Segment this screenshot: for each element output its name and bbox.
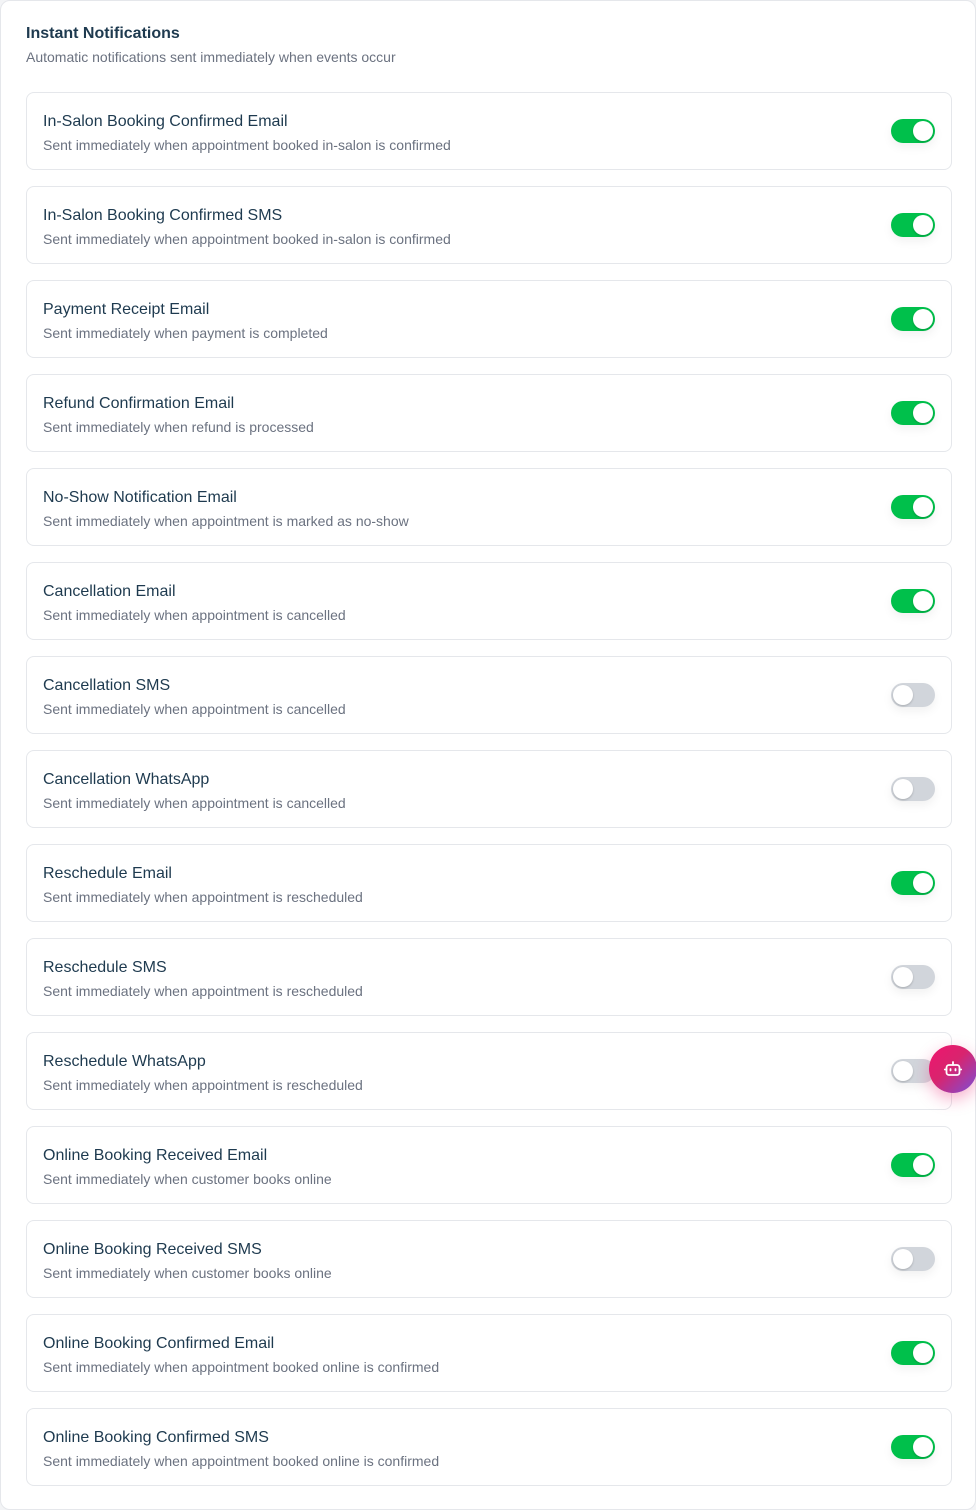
- notification-toggle[interactable]: [891, 307, 935, 331]
- notification-text: Cancellation SMS Sent immediately when ap…: [43, 675, 346, 719]
- notification-description: Sent immediately when refund is processe…: [43, 419, 314, 435]
- notification-text: Refund Confirmation Email Sent immediatel…: [43, 393, 314, 437]
- notification-description: Sent immediately when customer books onl…: [43, 1265, 332, 1281]
- section-title: Instant Notifications: [26, 25, 180, 42]
- notification-description: Sent immediately when appointment booked…: [43, 1453, 440, 1469]
- notification-text: No-Show Notification Email Sent immediate…: [43, 487, 409, 531]
- notification-description: Sent immediately when appointment is can…: [43, 795, 346, 811]
- notification-title: Refund Confirmation Email: [43, 395, 235, 412]
- toggle-knob: [913, 403, 933, 423]
- notification-toggle[interactable]: [891, 1435, 935, 1459]
- notification-toggle[interactable]: [891, 1153, 935, 1177]
- notification-description: Sent immediately when appointment is res…: [43, 983, 363, 999]
- notification-description: Sent immediately when appointment is can…: [43, 701, 346, 717]
- notification-row: Reschedule Email Sent immediately when ap…: [26, 844, 952, 922]
- notification-text: Online Booking Confirmed Email Sent immed…: [43, 1333, 439, 1377]
- notification-toggle[interactable]: [891, 119, 935, 143]
- notification-row: Cancellation WhatsApp Sent immediately wh…: [26, 750, 952, 828]
- notification-title: In-Salon Booking Confirmed SMS: [43, 207, 283, 224]
- notification-description: Sent immediately when appointment is res…: [43, 889, 363, 905]
- notification-toggle[interactable]: [891, 401, 935, 425]
- notification-toggle[interactable]: [891, 213, 935, 237]
- notification-text: Reschedule SMS Sent immediately when appo…: [43, 957, 363, 1001]
- notification-title: Online Booking Received Email: [43, 1147, 268, 1164]
- notification-row: Reschedule SMS Sent immediately when appo…: [26, 938, 952, 1016]
- notification-title: Cancellation Email: [43, 583, 176, 600]
- notification-text: In-Salon Booking Confirmed SMS Sent immed…: [43, 205, 451, 249]
- notification-text: Reschedule Email Sent immediately when ap…: [43, 863, 363, 907]
- notification-row: Online Booking Confirmed Email Sent immed…: [26, 1314, 952, 1392]
- notification-text: Cancellation WhatsApp Sent immediately wh…: [43, 769, 346, 813]
- toggle-knob: [913, 873, 933, 893]
- notification-title: Payment Receipt Email: [43, 301, 210, 318]
- notification-title: Online Booking Confirmed SMS: [43, 1429, 269, 1446]
- notification-list: In-Salon Booking Confirmed Email Sent imm…: [26, 92, 952, 1502]
- notification-text: Online Booking Received SMS Sent immediat…: [43, 1239, 332, 1283]
- notification-toggle[interactable]: [891, 495, 935, 519]
- notification-title: In-Salon Booking Confirmed Email: [43, 113, 288, 130]
- toggle-knob: [913, 591, 933, 611]
- assistant-button[interactable]: [929, 1045, 976, 1093]
- notification-description: Sent immediately when appointment is res…: [43, 1077, 363, 1093]
- notification-title: Cancellation WhatsApp: [43, 771, 210, 788]
- toggle-knob: [913, 215, 933, 235]
- section-header: Instant Notifications Automatic notifica…: [26, 23, 396, 67]
- notification-description: Sent immediately when appointment booked…: [43, 137, 451, 153]
- toggle-knob: [893, 779, 913, 799]
- notification-row: Reschedule WhatsApp Sent immediately when…: [26, 1032, 952, 1110]
- notification-row: Refund Confirmation Email Sent immediatel…: [26, 374, 952, 452]
- toggle-knob: [893, 1249, 913, 1269]
- toggle-knob: [913, 309, 933, 329]
- notification-row: Online Booking Confirmed SMS Sent immedia…: [26, 1408, 952, 1486]
- notification-description: Sent immediately when customer books onl…: [43, 1171, 332, 1187]
- toggle-knob: [913, 1155, 933, 1175]
- notification-text: Online Booking Received Email Sent immedi…: [43, 1145, 332, 1189]
- notification-title: Cancellation SMS: [43, 677, 171, 694]
- toggle-knob: [893, 967, 913, 987]
- notification-text: Reschedule WhatsApp Sent immediately when…: [43, 1051, 363, 1095]
- notification-text: Payment Receipt Email Sent immediately wh…: [43, 299, 328, 343]
- notification-toggle[interactable]: [891, 589, 935, 613]
- notification-title: Reschedule SMS: [43, 959, 167, 976]
- notification-title: Online Booking Received SMS: [43, 1241, 262, 1258]
- notification-row: In-Salon Booking Confirmed SMS Sent immed…: [26, 186, 952, 264]
- section-subtitle: Automatic notifications sent immediately…: [26, 49, 396, 65]
- toggle-knob: [913, 1343, 933, 1363]
- notification-description: Sent immediately when appointment booked…: [43, 1359, 440, 1375]
- notification-toggle[interactable]: [891, 965, 935, 989]
- notification-row: Cancellation Email Sent immediately when …: [26, 562, 952, 640]
- notification-row: Cancellation SMS Sent immediately when ap…: [26, 656, 952, 734]
- robot-icon: [943, 1061, 963, 1076]
- notification-description: Sent immediately when appointment booked…: [43, 231, 451, 247]
- notification-description: Sent immediately when appointment is can…: [43, 607, 346, 623]
- notification-toggle[interactable]: [891, 683, 935, 707]
- toggle-knob: [893, 1061, 913, 1081]
- notification-title: Online Booking Confirmed Email: [43, 1335, 275, 1352]
- notification-title: Reschedule Email: [43, 865, 172, 882]
- notification-description: Sent immediately when appointment is mar…: [43, 513, 409, 529]
- notification-text: In-Salon Booking Confirmed Email Sent imm…: [43, 111, 451, 155]
- toggle-knob: [893, 685, 913, 705]
- notification-row: Payment Receipt Email Sent immediately wh…: [26, 280, 952, 358]
- instant-notifications-panel: Instant Notifications Automatic notifica…: [0, 0, 976, 1510]
- notification-toggle[interactable]: [891, 1247, 935, 1271]
- toggle-knob: [913, 1437, 933, 1457]
- notification-toggle[interactable]: [891, 777, 935, 801]
- notification-row: No-Show Notification Email Sent immediate…: [26, 468, 952, 546]
- notification-title: No-Show Notification Email: [43, 489, 237, 506]
- notification-description: Sent immediately when payment is complet…: [43, 325, 328, 341]
- notification-row: In-Salon Booking Confirmed Email Sent imm…: [26, 92, 952, 170]
- toggle-knob: [913, 121, 933, 141]
- toggle-knob: [913, 497, 933, 517]
- notification-row: Online Booking Received SMS Sent immediat…: [26, 1220, 952, 1298]
- notification-text: Cancellation Email Sent immediately when …: [43, 581, 346, 625]
- notification-toggle[interactable]: [891, 871, 935, 895]
- notification-toggle[interactable]: [891, 1341, 935, 1365]
- notification-title: Reschedule WhatsApp: [43, 1053, 206, 1070]
- notification-text: Online Booking Confirmed SMS Sent immedia…: [43, 1427, 439, 1471]
- notification-row: Online Booking Received Email Sent immedi…: [26, 1126, 952, 1204]
